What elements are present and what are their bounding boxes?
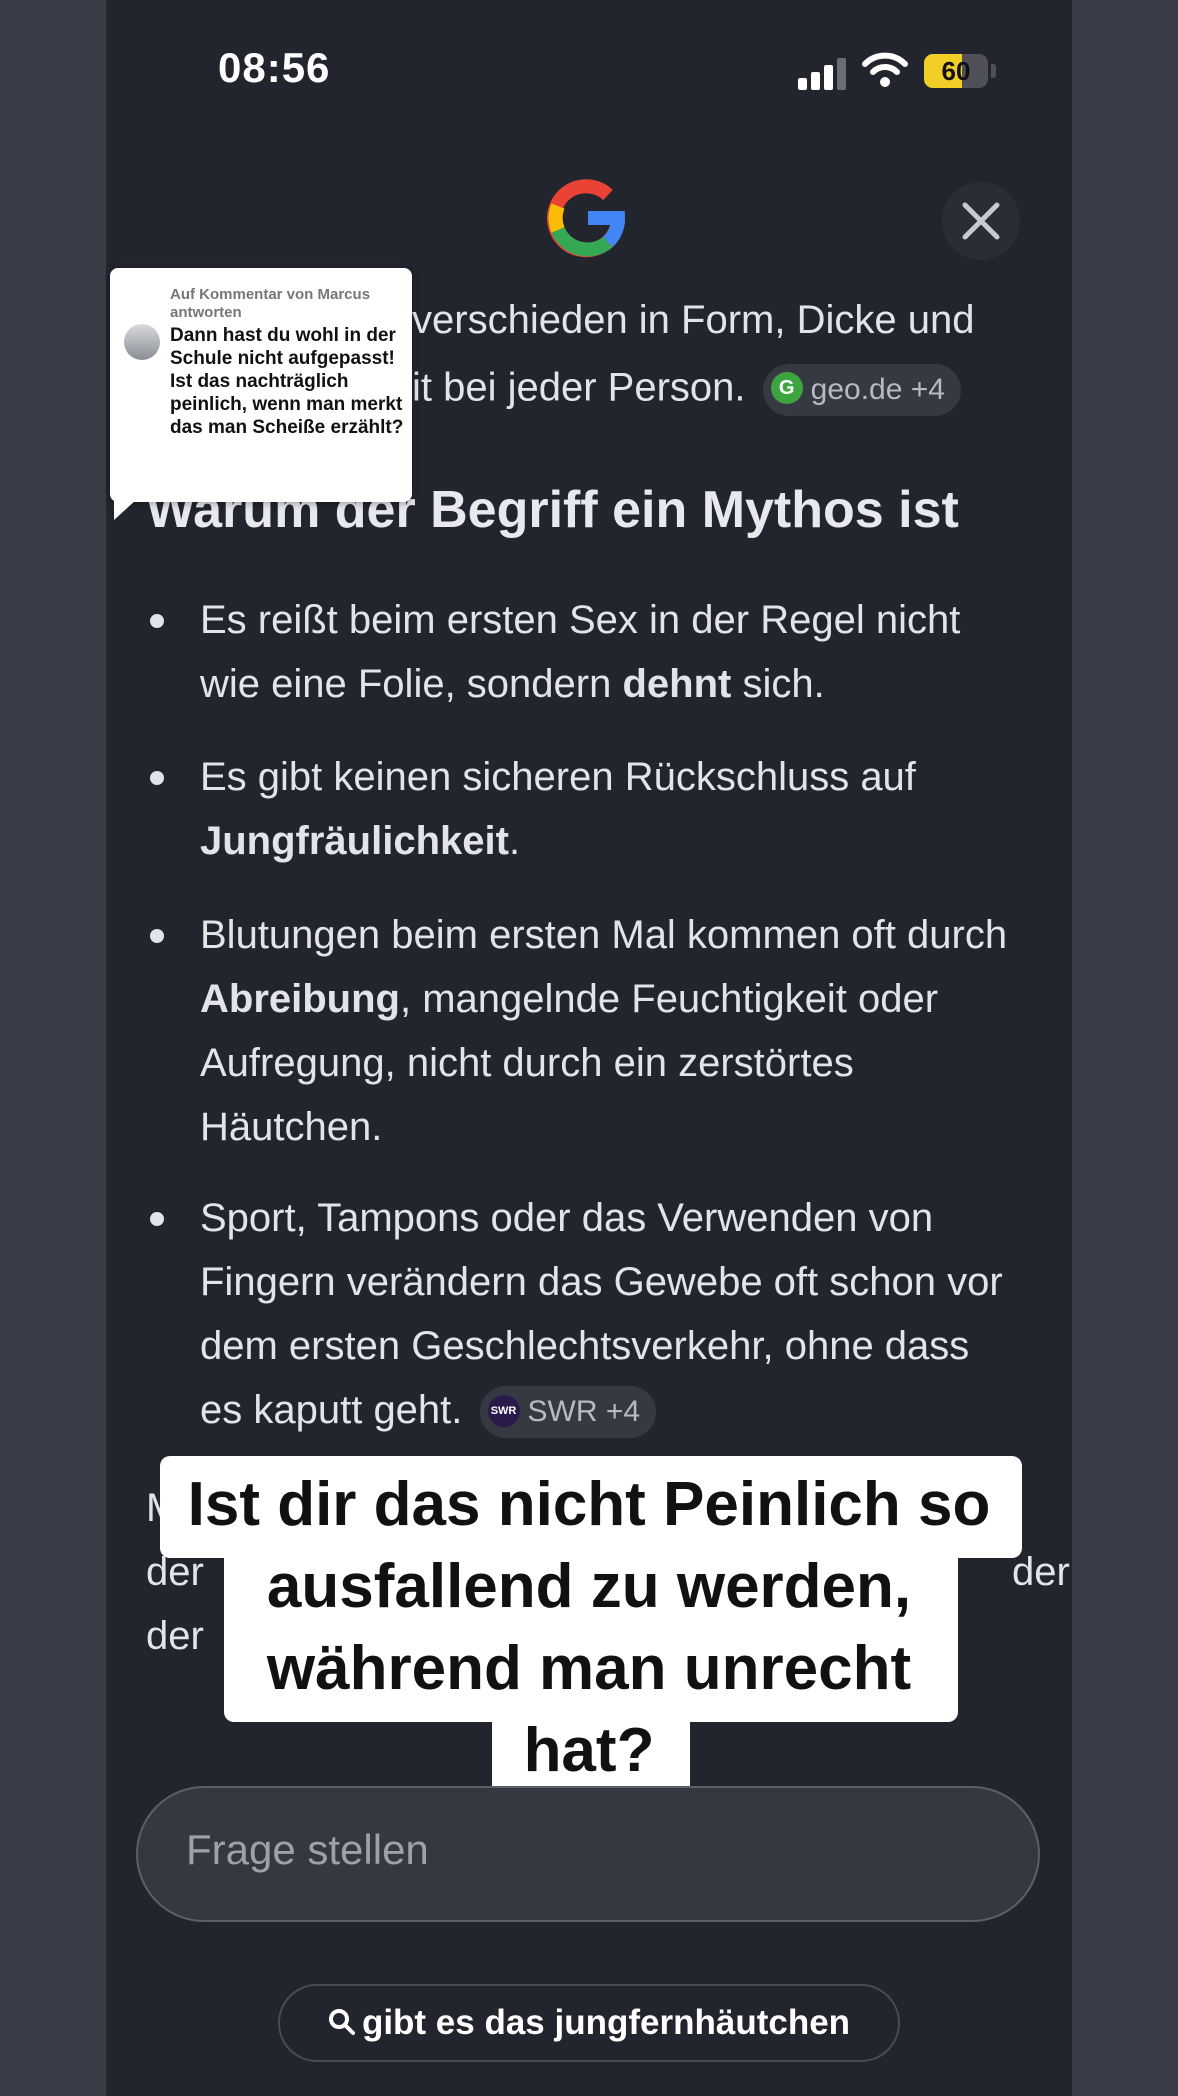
bullet-dot [150,614,164,628]
close-button[interactable] [942,182,1020,260]
source-chip-geo[interactable]: Ggeo.de +4 [762,364,961,416]
caption-line: Ist dir das nicht Peinlich so [187,1470,991,1539]
geo-source-icon: G [770,372,803,405]
swr-source-icon: SWR [487,1394,520,1427]
bullet-dot [150,1212,164,1226]
ask-placeholder: Frage stellen [186,1826,429,1873]
battery-tip [991,64,996,78]
caption-line: ausfallend zu werden, [266,1552,912,1621]
google-logo-icon [547,179,626,258]
bullet-dot [150,771,164,785]
caption-line: während man unrecht [266,1634,912,1703]
wifi-icon [862,52,908,88]
avatar [124,324,160,360]
answer-text-fragment-2: it bei jeder Person. Ggeo.de +4 [412,364,961,416]
battery-level: 60 [941,56,971,86]
battery-icon: 60 [924,54,988,88]
close-icon [962,202,1000,240]
search-query-chip[interactable]: gibt es das jungfernhäutchen [278,1984,900,2062]
status-time: 08:56 [218,44,331,91]
answer-text-fragment-1: verschieden in Form, Dicke und [412,298,975,342]
source-chip-swr[interactable]: SWR SWR +4 [479,1386,657,1439]
reply-text: Dann hast du wohl in der Schule nicht au… [170,325,404,438]
search-icon [328,2008,355,2035]
ask-question-input[interactable]: Frage stellen [136,1786,1040,1922]
reply-comment-card: Auf Kommentar von Marcus antworten Dann … [110,268,412,520]
bullet-dot [150,929,164,943]
caption-line: hat? [523,1716,655,1785]
reply-header: Auf Kommentar von Marcus antworten [170,286,371,321]
cellular-signal-icon [798,56,850,90]
